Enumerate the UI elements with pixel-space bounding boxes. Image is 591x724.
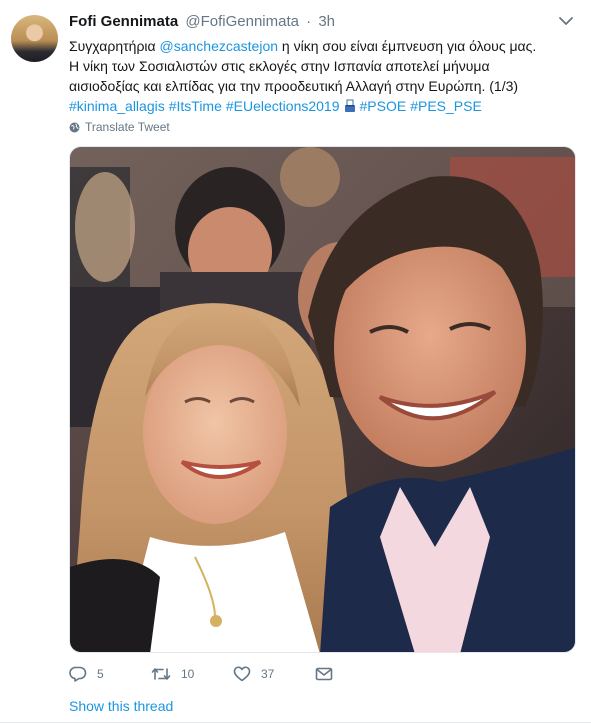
avatar[interactable]	[11, 15, 58, 62]
author-handle[interactable]: @FofiGennimata	[185, 13, 299, 30]
timestamp[interactable]: 3h	[318, 13, 335, 30]
text-segment: Συγχαρητήρια	[69, 38, 160, 54]
divider	[0, 722, 591, 723]
show-thread-link[interactable]: Show this thread	[69, 698, 173, 714]
tweet-text-line-1: Συγχαρητήρια @sanchezcastejon η νίκη σου…	[69, 36, 579, 56]
retweet-count: 10	[181, 667, 195, 681]
reply-button[interactable]: 5	[69, 666, 151, 682]
tweet-header: Fofi Gennimata @FofiGennimata · 3h	[69, 13, 335, 30]
tweet-text-line-3: αισιοδοξίας και ελπίδας για την προοδευτ…	[69, 78, 519, 94]
hashtag-link[interactable]: #EUelections2019	[226, 98, 340, 114]
reply-icon	[69, 666, 87, 682]
hashtag-link[interactable]: #kinima_allagis	[69, 98, 165, 114]
retweet-button[interactable]: 10	[151, 666, 233, 682]
hashtag-link[interactable]: #PES_PSE	[410, 98, 482, 114]
tweet-photo[interactable]	[69, 146, 576, 653]
text-segment: η νίκη σου είναι έμπνευση για όλους μας.	[278, 38, 537, 54]
hashtag-link[interactable]: #ItsTime	[169, 98, 222, 114]
globe-icon	[69, 122, 80, 132]
envelope-icon	[315, 667, 333, 681]
tweet[interactable]: Fofi Gennimata @FofiGennimata · 3h Συγχα…	[0, 0, 591, 724]
hashtag-link[interactable]: #PSOE	[360, 98, 407, 114]
heart-icon	[233, 666, 251, 682]
tweet-text: Συγχαρητήρια @sanchezcastejon η νίκη σου…	[69, 36, 579, 116]
retweet-icon	[151, 668, 171, 680]
like-count: 37	[261, 667, 275, 681]
hashtag-line: #kinima_allagis #ItsTime #EUelections2019 #…	[69, 96, 579, 116]
chevron-down-icon[interactable]	[558, 15, 574, 27]
mention-link[interactable]: @sanchezcastejon	[160, 38, 279, 54]
tweet-text-line-2: Η νίκη των Σοσιαλιστών στις εκλογές στην…	[69, 58, 490, 74]
tweet-actions: 5 10 37	[69, 666, 333, 682]
author-name[interactable]: Fofi Gennimata	[69, 13, 178, 30]
like-button[interactable]: 37	[233, 666, 315, 682]
translate-label: Translate Tweet	[85, 120, 170, 134]
direct-message-button[interactable]	[315, 666, 333, 682]
ballot-box-emoji	[344, 99, 355, 112]
separator-dot: ·	[306, 13, 312, 30]
reply-count: 5	[97, 667, 104, 681]
translate-tweet-link[interactable]: Translate Tweet	[69, 120, 170, 134]
